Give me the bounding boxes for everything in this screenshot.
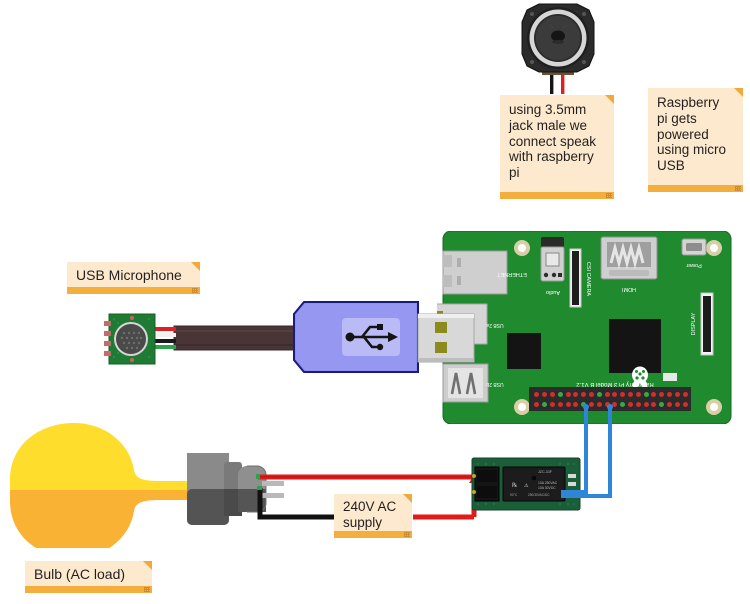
svg-text:℞: ℞	[512, 482, 517, 489]
gpio-pin[interactable]	[620, 392, 626, 398]
wire-gpio-to-relay-1	[561, 407, 588, 494]
gpio-pin[interactable]	[542, 392, 548, 398]
note-text: Bulb (AC load)	[34, 566, 126, 582]
gpio-pin[interactable]	[557, 392, 563, 398]
gpio-pin[interactable]	[627, 392, 633, 398]
speaker-dustcap-icon	[551, 30, 565, 42]
usb-plug-shell-icon	[417, 313, 475, 363]
gpio-pin[interactable]	[682, 392, 688, 398]
gpio-pin[interactable]	[635, 392, 641, 398]
pi-label-csi-camera: CSI CAMERA	[585, 262, 591, 297]
pi-label-usb-2b: USB 2b	[486, 381, 503, 387]
pi-dsi-silk	[663, 373, 677, 381]
gpio-pin[interactable]	[674, 392, 680, 398]
pi-port-power-micro-usb	[681, 238, 707, 256]
note-text: 240V AC supply	[343, 499, 397, 530]
bulb-glass-icon	[10, 423, 190, 558]
note-fold-icon	[605, 95, 614, 104]
note-usb-microphone: USB Microphone	[67, 262, 200, 294]
pi-label-usb-2a: USB 2a	[486, 322, 503, 328]
svg-text:250/30VAC/DC: 250/30VAC/DC	[528, 493, 550, 497]
note-text: using 3.5mm jack male we connect speak w…	[509, 102, 597, 181]
note-ac-supply: 240V AC supply	[334, 494, 412, 538]
pi-port-display	[700, 292, 714, 356]
note-fold-icon	[403, 494, 412, 503]
pi-chip-lan	[507, 333, 541, 369]
note-bottom-strip	[334, 531, 412, 538]
note-pi-power: Raspberry pi gets powered using micro US…	[648, 88, 743, 192]
gpio-pin[interactable]	[534, 401, 540, 407]
gpio-pin[interactable]	[534, 392, 540, 398]
bulb-component	[0, 418, 290, 558]
mic-pad	[104, 321, 111, 326]
note-fold-icon	[143, 561, 152, 570]
gpio-pin[interactable]	[581, 392, 587, 398]
note-bottom-strip	[500, 192, 614, 199]
mic-pad	[104, 341, 111, 346]
speaker-lead-red-icon	[561, 72, 565, 94]
mic-pad	[104, 351, 111, 356]
note-bottom-strip	[67, 287, 200, 294]
note-bottom-strip	[25, 586, 152, 593]
relay-marking-line1: 10A 250VAC	[538, 481, 558, 485]
mic-pad	[104, 331, 111, 336]
microphone-cable	[152, 320, 303, 356]
gpio-pin[interactable]	[565, 392, 571, 398]
gpio-pin[interactable]	[612, 392, 618, 398]
usb-microphone-module[interactable]	[104, 312, 158, 366]
pi-label-audio: Audio	[546, 289, 560, 295]
pi-label-power: Power	[686, 262, 702, 268]
gpio-pin[interactable]	[643, 392, 649, 398]
gpio-pin[interactable]	[573, 392, 579, 398]
svg-text:⚠: ⚠	[524, 483, 529, 489]
note-bottom-strip	[648, 185, 743, 192]
gpio-pin[interactable]	[549, 401, 555, 407]
relay-marking-top: JZC-33F	[538, 470, 553, 474]
wiring-diagram-canvas: using 3.5mm jack male we connect speak w…	[0, 0, 750, 604]
note-text: USB Microphone	[76, 267, 182, 283]
speaker-lead-black-icon	[550, 72, 554, 94]
pi-label-ethernet: ETHERNET	[497, 271, 527, 277]
pi-chip-soc	[609, 319, 661, 373]
usb-plug[interactable]	[288, 300, 478, 378]
gpio-pin[interactable]	[651, 392, 657, 398]
pi-port-audio	[540, 237, 565, 282]
usb-contact	[435, 342, 447, 353]
speaker-component	[505, 2, 615, 94]
raspberry-pi-board[interactable]: ETHERNET Audio CSI CAMERA HDMI Power USB…	[416, 230, 737, 425]
gpio-pin[interactable]	[542, 401, 548, 407]
pi-label-hdmi: HDMI	[622, 286, 637, 292]
gpio-pin[interactable]	[596, 392, 602, 398]
svg-text:90°C: 90°C	[510, 493, 518, 497]
relay-marking-line2: 10A 30VDC	[538, 486, 556, 490]
gpio-pin[interactable]	[549, 392, 555, 398]
pi-port-csi-camera	[569, 248, 582, 308]
mic-cable-sheath-icon	[174, 326, 302, 350]
note-fold-icon	[734, 88, 743, 97]
note-speaker-jack: using 3.5mm jack male we connect speak w…	[500, 95, 614, 199]
gpio-relay-wires	[561, 404, 613, 498]
note-bulb-load: Bulb (AC load)	[25, 561, 152, 593]
gpio-pin[interactable]	[659, 392, 665, 398]
gpio-pin[interactable]	[604, 392, 610, 398]
note-fold-icon	[191, 262, 200, 271]
pi-label-display: DISPLAY	[691, 312, 697, 335]
note-text: Raspberry pi gets powered using micro US…	[657, 95, 727, 174]
pi-port-hdmi	[600, 236, 658, 280]
gpio-pin[interactable]	[666, 392, 672, 398]
gpio-pin[interactable]	[588, 392, 594, 398]
usb-contact	[435, 322, 447, 333]
